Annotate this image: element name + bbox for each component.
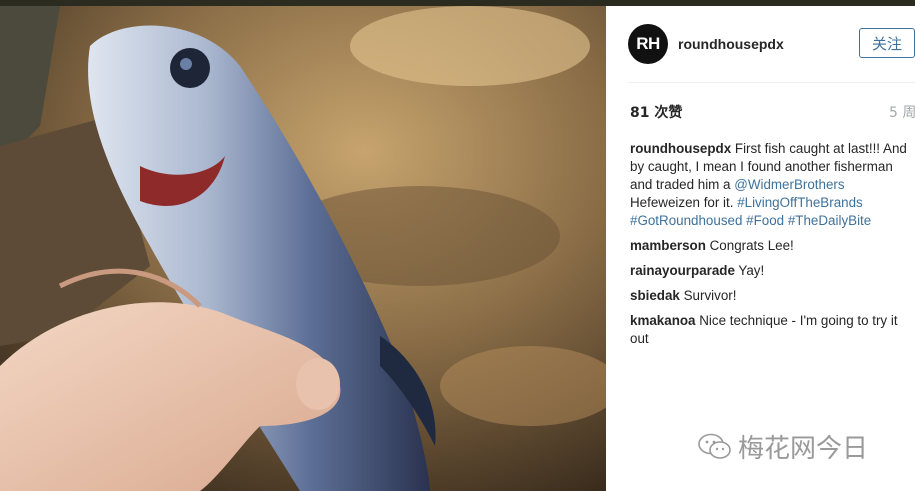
comment-text: Congrats Lee! (709, 238, 794, 253)
post-sidebar: RH roundhousepdx 关注 81 次赞 5 周 roundhouse… (606, 6, 915, 491)
follow-button[interactable]: 关注 (859, 28, 915, 58)
hashtag-link[interactable]: #GotRoundhoused (630, 213, 742, 228)
mention-link[interactable]: @WidmerBrothers (734, 177, 844, 192)
avatar[interactable]: RH (628, 24, 668, 64)
avatar-initials: RH (636, 34, 660, 53)
wechat-icon (698, 433, 731, 459)
hashtag-link[interactable]: #TheDailyBite (788, 213, 871, 228)
divider (628, 82, 915, 83)
comment-username[interactable]: mamberson (630, 238, 706, 253)
caption: roundhousepdx First fish caught at last!… (630, 140, 915, 230)
comment-text: Survivor! (683, 288, 737, 303)
comment-item: mamberson Congrats Lee! (630, 237, 915, 255)
likes-count[interactable]: 81 次赞 (630, 102, 682, 122)
comments-list: roundhousepdx First fish caught at last!… (630, 140, 915, 355)
watermark: 梅花网今日 (698, 428, 868, 465)
comment-username[interactable]: sbiedak (630, 288, 680, 303)
comment-item: rainayourparade Yay! (630, 262, 915, 280)
caption-username[interactable]: roundhousepdx (630, 141, 731, 156)
hashtag-link[interactable]: #Food (746, 213, 784, 228)
comment-item: kmakanoa Nice technique - I'm going to t… (630, 312, 915, 348)
post-photo[interactable] (0, 6, 606, 491)
comment-item: sbiedak Survivor! (630, 287, 915, 305)
caption-text-2: Hefeweizen for it. (630, 195, 734, 210)
comment-text: Yay! (738, 263, 765, 278)
comment-username[interactable]: rainayourparade (630, 263, 735, 278)
fish-photo-image (0, 6, 606, 491)
watermark-text: 梅花网今日 (738, 434, 869, 464)
comment-username[interactable]: kmakanoa (630, 313, 696, 328)
post-age[interactable]: 5 周 (889, 102, 915, 122)
post-username[interactable]: roundhousepdx (678, 36, 784, 52)
hashtag-link[interactable]: #LivingOffTheBrands (737, 195, 863, 210)
